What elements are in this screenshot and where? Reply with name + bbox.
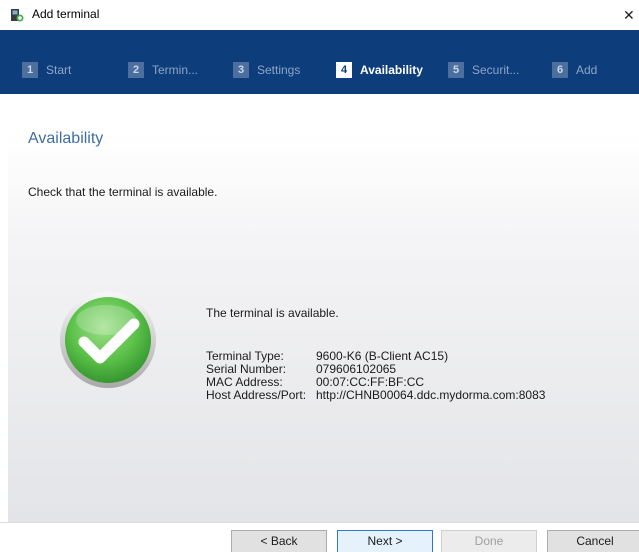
check-circle-icon bbox=[60, 292, 156, 388]
done-button[interactable]: Done bbox=[441, 530, 537, 552]
step-start: 1 Start bbox=[22, 61, 71, 79]
step-number: 1 bbox=[22, 62, 38, 78]
step-number: 5 bbox=[448, 62, 464, 78]
step-label: Availability bbox=[360, 63, 423, 77]
next-button[interactable]: Next > bbox=[337, 530, 433, 552]
close-button[interactable]: ✕ bbox=[623, 0, 639, 30]
wizard-steps: 1 Start 2 Termin... 3 Settings 4 Availab… bbox=[0, 30, 639, 94]
window-title: Add terminal bbox=[32, 7, 100, 21]
terminal-app-icon bbox=[11, 9, 24, 22]
step-label: Securit... bbox=[472, 63, 520, 77]
terminal-details: Terminal Type: 9600-K6 (B-Client AC15) S… bbox=[206, 350, 545, 402]
step-label: Settings bbox=[257, 63, 301, 77]
step-add: 6 Add bbox=[552, 61, 597, 79]
step-security: 5 Securit... bbox=[448, 61, 519, 79]
step-label: Add bbox=[576, 63, 598, 77]
step-availability: 4 Availability bbox=[336, 61, 423, 79]
step-terminal: 2 Termin... bbox=[128, 61, 198, 79]
back-button[interactable]: < Back bbox=[231, 530, 327, 552]
wizard-content: Availability Check that the terminal is … bbox=[8, 94, 639, 522]
detail-key: Host Address/Port: bbox=[206, 388, 307, 402]
page-title: Availability bbox=[28, 130, 104, 147]
detail-row-host-address: Host Address/Port: http://CHNB00064.ddc.… bbox=[206, 389, 545, 402]
button-bar: < Back Next > Done Cancel bbox=[0, 522, 639, 552]
title-bar: Add terminal ✕ bbox=[0, 0, 639, 30]
step-label: Termin... bbox=[152, 63, 199, 77]
step-number: 3 bbox=[233, 62, 249, 78]
step-number: 2 bbox=[128, 62, 144, 78]
detail-value: http://CHNB00064.ddc.mydorma.com:8083 bbox=[316, 388, 546, 402]
cancel-button[interactable]: Cancel bbox=[547, 530, 639, 552]
instruction-text: Check that the terminal is available. bbox=[28, 185, 218, 199]
step-number: 4 bbox=[336, 62, 352, 78]
step-settings: 3 Settings bbox=[233, 61, 300, 79]
step-number: 6 bbox=[552, 62, 568, 78]
availability-status: The terminal is available. bbox=[206, 306, 339, 320]
step-label: Start bbox=[46, 63, 72, 77]
